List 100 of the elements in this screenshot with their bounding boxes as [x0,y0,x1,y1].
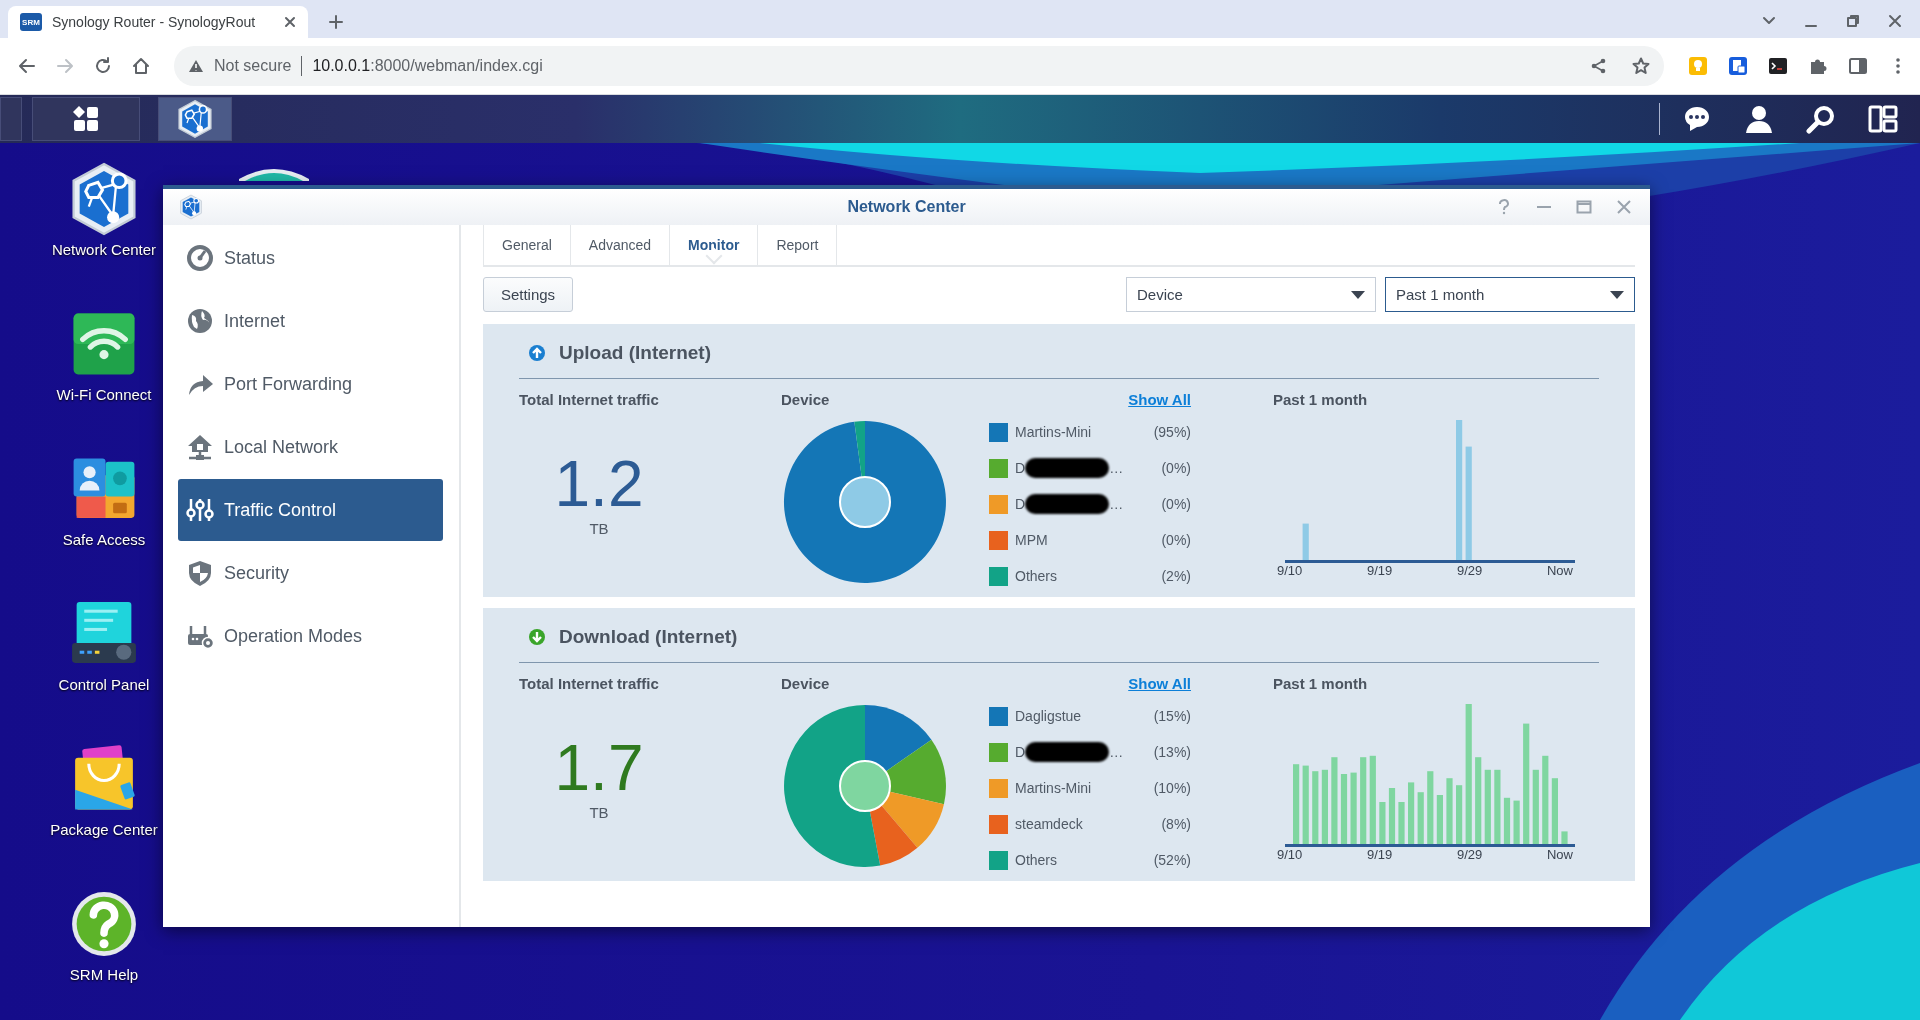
app-label[interactable]: Safe Access [44,531,164,548]
lock-extension-icon[interactable] [1728,56,1748,76]
reload-icon[interactable] [94,57,112,75]
main-menu-button[interactable] [32,97,140,141]
tab[interactable]: Monitor [670,225,759,265]
app-label[interactable]: Package Center [44,821,164,838]
section-title: Download (Internet) [559,626,738,648]
sidebar-item[interactable]: Port Forwarding [178,353,443,415]
histogram-bar [1456,785,1463,844]
histogram-bar [1446,778,1453,844]
sidebar-item[interactable]: Local Network [178,416,443,478]
legend-label: Dagligstue [1015,708,1082,724]
histogram-bar [1388,788,1396,844]
warning-icon [188,59,204,73]
widgets-icon[interactable] [1868,104,1898,134]
legend-value: (0%) [1161,532,1191,548]
down-arrow-icon [529,629,545,645]
sidebar-item[interactable]: Status [178,227,443,289]
sidebar-item[interactable]: Operation Modes [178,605,443,667]
restore-icon[interactable] [1846,14,1860,28]
legend-label: Others [1015,852,1057,868]
legend-value: (15%) [1153,708,1191,724]
histogram-bar [1408,782,1415,844]
legend-label: MPM [1015,532,1048,548]
side-panel-icon[interactable] [1848,56,1868,76]
url-text: 10.0.0.1:8000/webman/index.cgi [312,57,544,75]
terminal-icon[interactable] [1768,56,1788,76]
globe-icon [186,307,214,335]
legend-label: Martins-Mini [1015,424,1092,440]
star-icon[interactable] [1632,57,1650,75]
network-center-taskbar-button[interactable] [158,97,232,141]
axis-label: 9/10 [1277,847,1303,862]
axis-label: Now [1546,563,1573,578]
network-hexagon-icon [178,194,204,220]
section-title: Upload (Internet) [559,342,711,364]
axis-label: Now [1546,847,1573,862]
home-icon[interactable] [132,57,150,75]
legend-value: (0%) [1161,496,1191,512]
close-icon[interactable] [284,16,296,28]
browser-tab[interactable]: SRM Synology Router - SynologyRout [8,6,308,38]
histogram-bar [1503,797,1511,844]
chevron-down-icon[interactable] [1762,16,1776,26]
histogram-bar [1398,802,1405,844]
legend-value: (95%) [1153,424,1191,440]
histogram-bar [1302,523,1309,560]
sidebar-item[interactable]: Internet [178,290,443,352]
favicon: SRM [20,13,42,31]
histogram-bar [1379,802,1386,844]
taskbar-edge [0,97,22,141]
chat-icon[interactable] [1682,104,1712,134]
legend-value: (8%) [1161,816,1191,832]
axis-label: 9/29 [1456,847,1483,862]
axis-label: 9/10 [1277,563,1303,578]
app-label[interactable]: SRM Help [44,966,164,983]
shield-icon [186,559,214,587]
forward-icon [56,57,74,75]
house-icon [186,433,214,461]
donut-center [839,760,891,812]
column-label: Total Internet traffic [519,391,660,408]
total-value: 1.2 [553,452,645,516]
dropdown[interactable]: Device [1126,277,1376,312]
back-icon[interactable] [18,57,36,75]
window-title: Network Center [847,198,966,216]
donut-center [839,476,891,528]
total-value: 1.7 [553,736,645,800]
sidebar-item[interactable]: Security [178,542,443,604]
histogram-bar [1350,772,1357,844]
axis-label: 9/19 [1367,847,1393,862]
unit-label: TB [588,804,610,821]
user-icon[interactable] [1744,104,1774,134]
column-label: Past 1 month [1273,391,1369,408]
tab[interactable]: General [483,225,571,265]
caret-icon [1351,290,1365,299]
ellipsis-text: … [1109,496,1124,512]
network-hexagon-icon [175,99,215,139]
app-label[interactable]: Network Center [44,241,164,258]
sidebar-item[interactable]: Traffic Control [178,479,443,541]
security-label: Not secure [214,57,292,75]
legend-label: D [1015,460,1026,476]
app-label[interactable]: Wi-Fi Connect [44,386,164,403]
legend-value: (52%) [1153,852,1191,868]
tab-title: Synology Router - SynologyRout [52,14,257,30]
tab[interactable]: Advanced [570,225,671,265]
unit-label: TB [588,520,610,537]
new-tab-icon[interactable] [328,14,344,30]
close-icon[interactable] [1888,14,1902,28]
settings-button[interactable]: Settings [483,277,573,312]
axis-label: 9/19 [1367,563,1393,578]
axis-label: 9/29 [1456,563,1483,578]
app-label[interactable]: Control Panel [44,676,164,693]
tab[interactable]: Report [758,225,838,265]
legend-label: D [1015,496,1026,512]
address-bar[interactable]: Not secure 10.0.0.1:8000/webman/index.cgi [174,46,1664,86]
histogram-bar [1551,778,1558,844]
ellipsis-text: … [1109,460,1124,476]
search-icon[interactable] [1806,104,1836,134]
share-icon[interactable] [1590,57,1608,75]
dropdown[interactable]: Past 1 month [1385,277,1635,312]
histogram-bar [1561,831,1568,844]
legend-label: Others [1015,568,1057,584]
